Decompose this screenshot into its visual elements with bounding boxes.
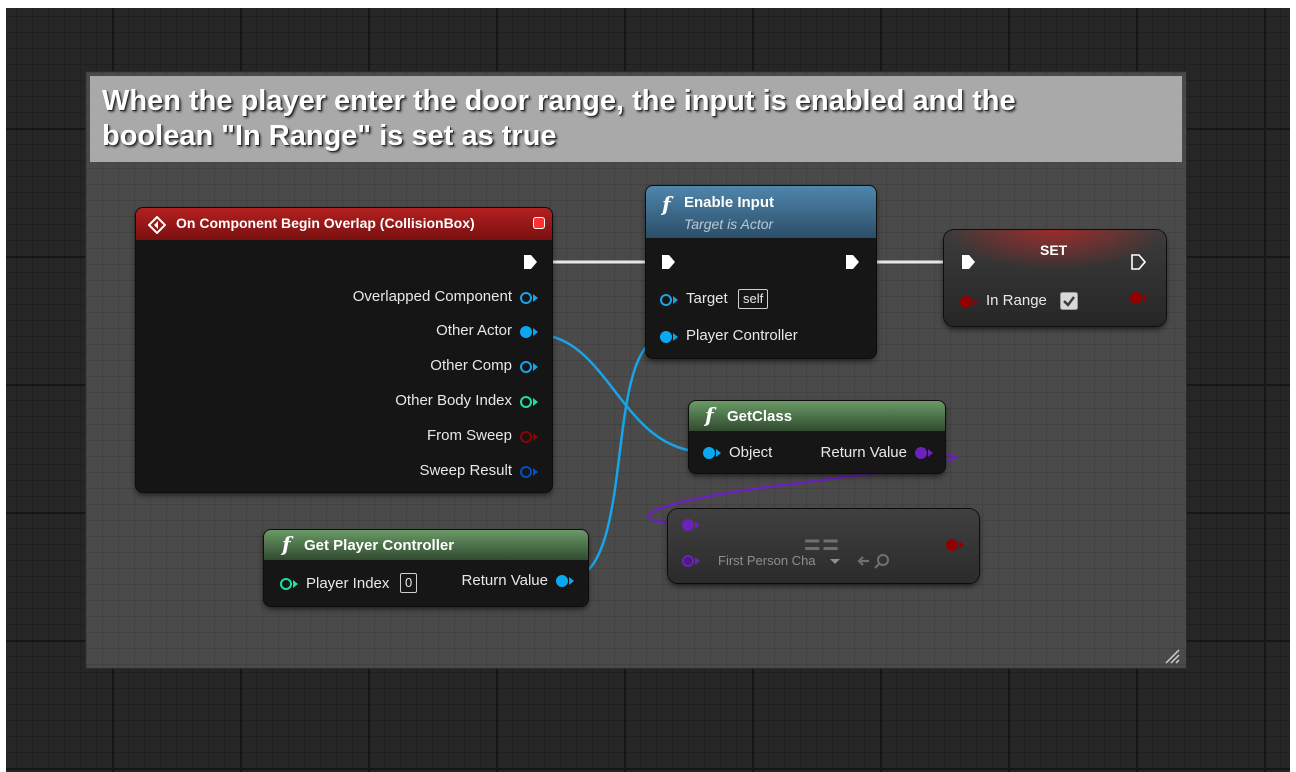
event-diamond-icon (148, 216, 166, 234)
pin-player-index[interactable] (280, 578, 292, 590)
pin-overlapped-component[interactable] (520, 292, 532, 304)
pin-in-range-input[interactable] (960, 296, 972, 308)
node-header-function: f Enable Input Target is Actor (646, 186, 876, 238)
checkbox-checked-icon[interactable] (1060, 292, 1078, 310)
pin-arrow (533, 328, 538, 336)
exec-in-pin[interactable] (660, 254, 676, 270)
pin-label-player-index: Player Index (306, 575, 390, 592)
pin-in-range-output[interactable] (1130, 292, 1142, 304)
delegate-pin-icon[interactable] (534, 218, 544, 228)
node-get-class[interactable]: f GetClass Object Return Value (689, 401, 945, 473)
exec-out-pin[interactable] (522, 254, 538, 270)
resize-handle-icon[interactable] (1164, 648, 1180, 664)
node-title: SET (1040, 242, 1068, 258)
use-selected-arrow-icon[interactable] (856, 554, 870, 568)
pin-label-return-value: Return Value (461, 572, 548, 589)
pin-label-from-sweep: From Sweep (426, 427, 512, 444)
browse-search-icon[interactable] (874, 553, 890, 569)
pin-from-sweep[interactable] (520, 431, 532, 443)
comment-header[interactable]: When the player enter the door range, th… (90, 76, 1182, 162)
class-picker-dropdown[interactable]: First Person Cha (718, 551, 848, 571)
pin-label-return-value: Return Value (820, 444, 907, 461)
node-subtitle: Target is Actor (684, 216, 774, 232)
pin-label-object: Object (729, 444, 773, 461)
pin-label-in-range: In Range (986, 292, 1047, 309)
node-title: Get Player Controller (304, 537, 455, 554)
pin-arrow (959, 541, 964, 549)
pin-arrow (1143, 294, 1148, 302)
function-icon: f (662, 192, 671, 216)
pin-label-player-controller: Player Controller (686, 327, 798, 344)
pin-player-controller[interactable] (660, 331, 672, 343)
pin-label-other-comp: Other Comp (430, 357, 512, 374)
pin-arrow (293, 580, 298, 588)
pin-arrow (533, 363, 538, 371)
pin-label-target: Target (686, 290, 728, 307)
pin-other-comp[interactable] (520, 361, 532, 373)
node-enable-input[interactable]: f Enable Input Target is Actor Target se… (646, 186, 876, 358)
pin-class-return-value[interactable] (915, 447, 927, 459)
node-title: Enable Input (684, 194, 774, 211)
pin-arrow (533, 294, 538, 302)
pin-target[interactable] (660, 294, 672, 306)
pin-label-overlapped-component: Overlapped Component (352, 288, 512, 305)
pin-arrow (973, 298, 978, 306)
node-get-player-controller[interactable]: f Get Player Controller Player Index 0 R… (264, 530, 588, 606)
node-header-event: On Component Begin Overlap (CollisionBox… (136, 208, 552, 240)
pin-arrow (533, 398, 538, 406)
player-index-field[interactable]: 0 (400, 573, 418, 593)
pin-arrow (695, 557, 700, 565)
pin-arrow (673, 296, 678, 304)
pin-arrow (533, 433, 538, 441)
node-header-pure: f GetClass (689, 401, 945, 431)
exec-in-pin[interactable] (960, 254, 976, 270)
exec-out-pin[interactable] (1130, 254, 1146, 270)
pin-sweep-result[interactable] (520, 466, 532, 478)
class-picker-value: First Person Cha (718, 553, 816, 568)
pin-arrow (716, 449, 721, 457)
node-title: GetClass (727, 408, 793, 425)
node-header-pure: f Get Player Controller (264, 530, 588, 560)
pin-arrow (533, 468, 538, 476)
node-set-in-range[interactable]: SET In Range (944, 230, 1166, 326)
node-equal-class[interactable]: == First Person Cha (668, 509, 979, 583)
node-on-component-begin-overlap[interactable]: On Component Begin Overlap (CollisionBox… (136, 208, 552, 492)
pin-equal-b[interactable] (682, 555, 694, 567)
pin-arrow (928, 449, 933, 457)
chevron-down-icon (830, 559, 840, 564)
function-icon: f (705, 403, 714, 427)
pin-other-body-index[interactable] (520, 396, 532, 408)
pin-arrow (569, 577, 574, 585)
exec-out-pin[interactable] (844, 254, 860, 270)
pin-arrow (695, 521, 700, 529)
pin-label-sweep-result: Sweep Result (419, 462, 512, 479)
comment-title: When the player enter the door range, th… (102, 85, 1016, 152)
target-self-field[interactable]: self (738, 289, 769, 309)
node-title: On Component Begin Overlap (CollisionBox… (176, 215, 475, 231)
pin-label-other-actor: Other Actor (436, 322, 512, 339)
pin-label-other-body-index: Other Body Index (395, 392, 512, 409)
pin-arrow (673, 333, 678, 341)
function-icon: f (282, 532, 291, 556)
pin-equal-a[interactable] (682, 519, 694, 531)
pin-other-actor[interactable] (520, 326, 532, 338)
pin-equal-return[interactable] (946, 539, 958, 551)
pin-object[interactable] (703, 447, 715, 459)
pin-controller-return-value[interactable] (556, 575, 568, 587)
